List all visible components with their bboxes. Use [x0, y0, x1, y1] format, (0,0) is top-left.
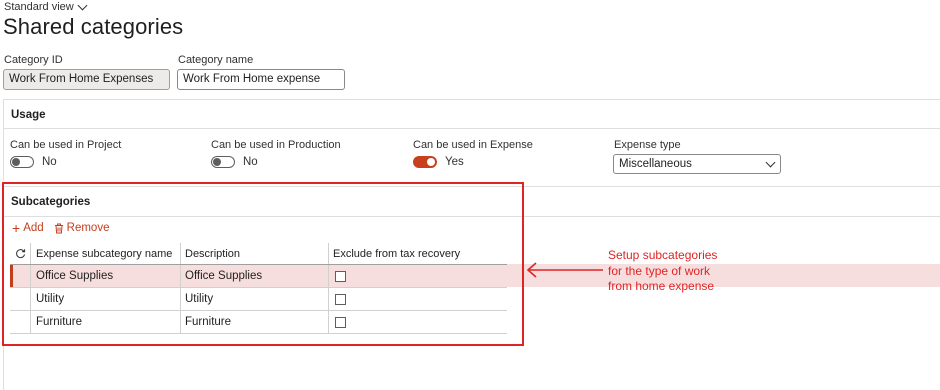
view-selector[interactable]: Standard view [4, 0, 88, 13]
expense-toggle-value: Yes [445, 156, 464, 168]
annotation-line: from home expense [608, 279, 715, 293]
annotation-text: Setup subcategories for the type of work… [608, 248, 717, 295]
expense-toggle-group: Can be used in Expense Yes [413, 139, 533, 168]
expense-type-value: Miscellaneous [619, 158, 692, 170]
annotation-arrow-icon [526, 262, 603, 278]
category-name-field[interactable]: Work From Home expense [177, 69, 345, 90]
expense-toggle-label: Can be used in Expense [413, 139, 533, 151]
chevron-down-icon [765, 157, 776, 168]
expense-type-label: Expense type [614, 139, 681, 151]
expense-type-select[interactable]: Miscellaneous [613, 154, 781, 174]
chevron-down-icon [77, 0, 88, 10]
expense-toggle[interactable] [413, 156, 437, 168]
category-id-label: Category ID [4, 54, 63, 66]
project-toggle[interactable] [10, 156, 34, 168]
project-toggle-group: Can be used in Project No [10, 139, 121, 168]
usage-section-title: Usage [11, 109, 46, 121]
view-selector-label: Standard view [4, 1, 74, 13]
category-name-label: Category name [178, 54, 254, 66]
category-id-field[interactable]: Work From Home Expenses [3, 69, 170, 90]
production-toggle-label: Can be used in Production [211, 139, 341, 151]
annotation-line: Setup subcategories [608, 248, 718, 262]
production-toggle-value: No [243, 156, 258, 168]
production-toggle[interactable] [211, 156, 235, 168]
page-title: Shared categories [3, 14, 184, 39]
annotation-highlight-box [2, 182, 524, 346]
project-toggle-value: No [42, 156, 57, 168]
production-toggle-group: Can be used in Production No [211, 139, 341, 168]
annotation-line: for the type of work [608, 263, 711, 278]
project-toggle-label: Can be used in Project [10, 139, 122, 151]
